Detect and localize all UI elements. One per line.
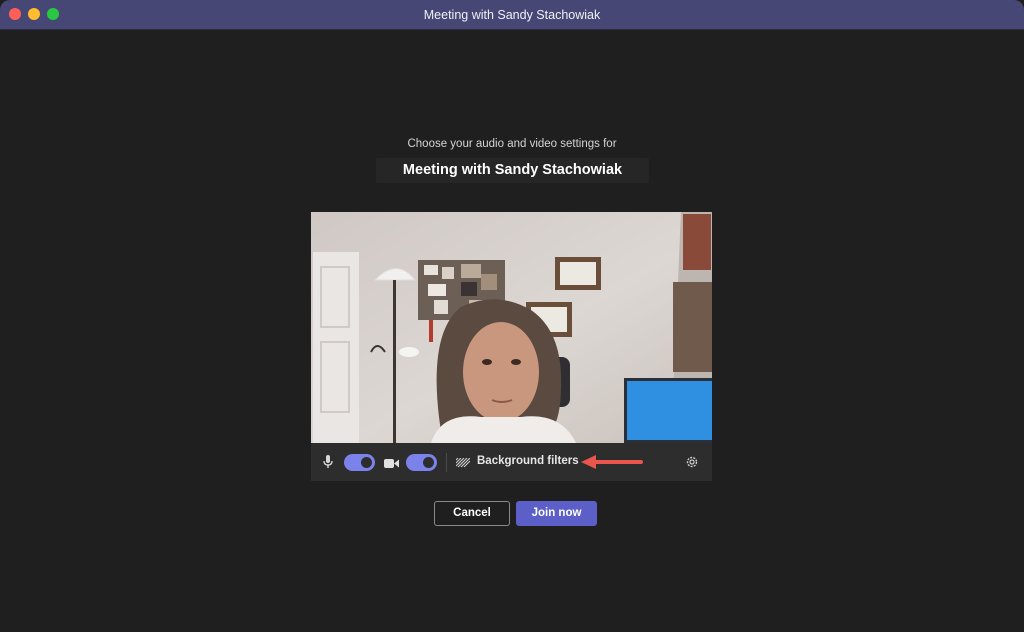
video-preview-panel: Background filters [311,212,712,481]
prejoin-subtitle: Choose your audio and video settings for [407,138,617,150]
device-controls-bar: Background filters [311,443,712,481]
controls-divider [446,453,447,472]
meeting-title-box: Meeting with Sandy Stachowiak [376,158,649,183]
gear-icon[interactable] [685,455,699,474]
app-window: Meeting with Sandy Stachowiak Choose you… [0,0,1024,632]
window-title: Meeting with Sandy Stachowiak [423,8,601,22]
microphone-icon[interactable] [323,455,333,474]
cancel-button[interactable]: Cancel [434,501,510,526]
red-arrow-annotation [581,455,643,474]
camera-preview [311,212,712,443]
title-bar: Meeting with Sandy Stachowiak [0,0,1024,30]
background-filters-button[interactable]: Background filters [477,455,579,467]
background-blur-icon[interactable] [455,456,471,474]
meeting-title: Meeting with Sandy Stachowiak [402,162,623,178]
video-camera-icon[interactable] [384,456,399,474]
join-now-button[interactable]: Join now [516,501,597,526]
camera-preview-image [311,212,712,443]
microphone-toggle[interactable] [344,454,375,471]
camera-toggle[interactable] [406,454,437,471]
